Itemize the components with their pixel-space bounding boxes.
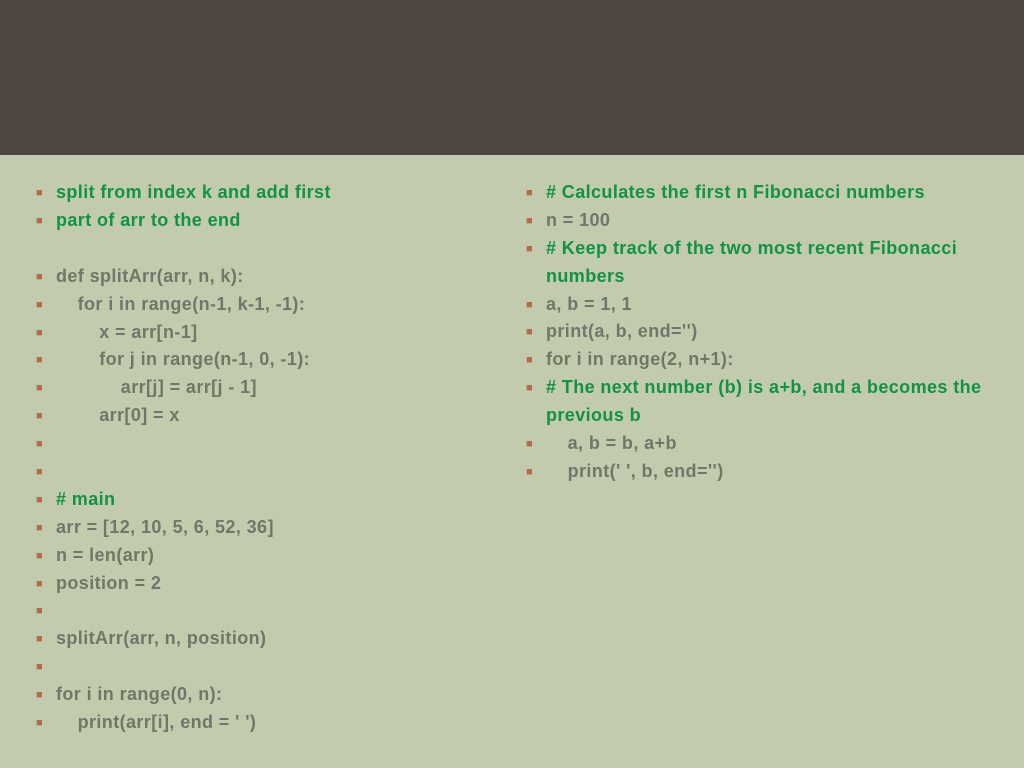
bullet-line: # Keep track of the two most recent Fibo… bbox=[526, 235, 992, 291]
bullet-line: # main bbox=[36, 486, 476, 514]
left-column: split from index k and add firstpart of … bbox=[36, 179, 476, 744]
bullet-line: for i in range(2, n+1): bbox=[526, 346, 992, 374]
bullet-line: # Calculates the first n Fibonacci numbe… bbox=[526, 179, 992, 207]
bullet-line bbox=[36, 597, 476, 625]
bullet-line: n = 100 bbox=[526, 207, 992, 235]
bullet-line: print(arr[i], end = ' ') bbox=[36, 709, 476, 737]
bullet-line: position = 2 bbox=[36, 570, 476, 598]
bullet-line: split from index k and add first bbox=[36, 179, 476, 207]
blank-line bbox=[36, 235, 476, 263]
bullet-line: # The next number (b) is a+b, and a beco… bbox=[526, 374, 992, 430]
bullet-line: print(a, b, end='') bbox=[526, 318, 992, 346]
bullet-line: for j in range(n-1, 0, -1): bbox=[36, 346, 476, 374]
bullet-line: a, b = b, a+b bbox=[526, 430, 992, 458]
bullet-line: for i in range(0, n): bbox=[36, 681, 476, 709]
bullet-line: splitArr(arr, n, position) bbox=[36, 625, 476, 653]
bullet-line: print(' ', b, end='') bbox=[526, 458, 992, 486]
bullet-line: arr[j] = arr[j - 1] bbox=[36, 374, 476, 402]
right-bullet-list: # Calculates the first n Fibonacci numbe… bbox=[526, 179, 992, 486]
slide-content: split from index k and add firstpart of … bbox=[0, 155, 1024, 768]
bullet-line: a, b = 1, 1 bbox=[526, 291, 992, 319]
bullet-line: arr = [12, 10, 5, 6, 52, 36] bbox=[36, 514, 476, 542]
bullet-line: x = arr[n-1] bbox=[36, 319, 476, 347]
bullet-line: n = len(arr) bbox=[36, 542, 476, 570]
header-bar bbox=[0, 0, 1024, 155]
bullet-line: for i in range(n-1, k-1, -1): bbox=[36, 291, 476, 319]
left-bullet-list: split from index k and add firstpart of … bbox=[36, 179, 476, 737]
bullet-line bbox=[36, 653, 476, 681]
bullet-line: arr[0] = x bbox=[36, 402, 476, 430]
bullet-line: def splitArr(arr, n, k): bbox=[36, 263, 476, 291]
bullet-line bbox=[36, 430, 476, 458]
bullet-line bbox=[36, 458, 476, 486]
bullet-line: part of arr to the end bbox=[36, 207, 476, 235]
right-column: # Calculates the first n Fibonacci numbe… bbox=[526, 179, 992, 744]
